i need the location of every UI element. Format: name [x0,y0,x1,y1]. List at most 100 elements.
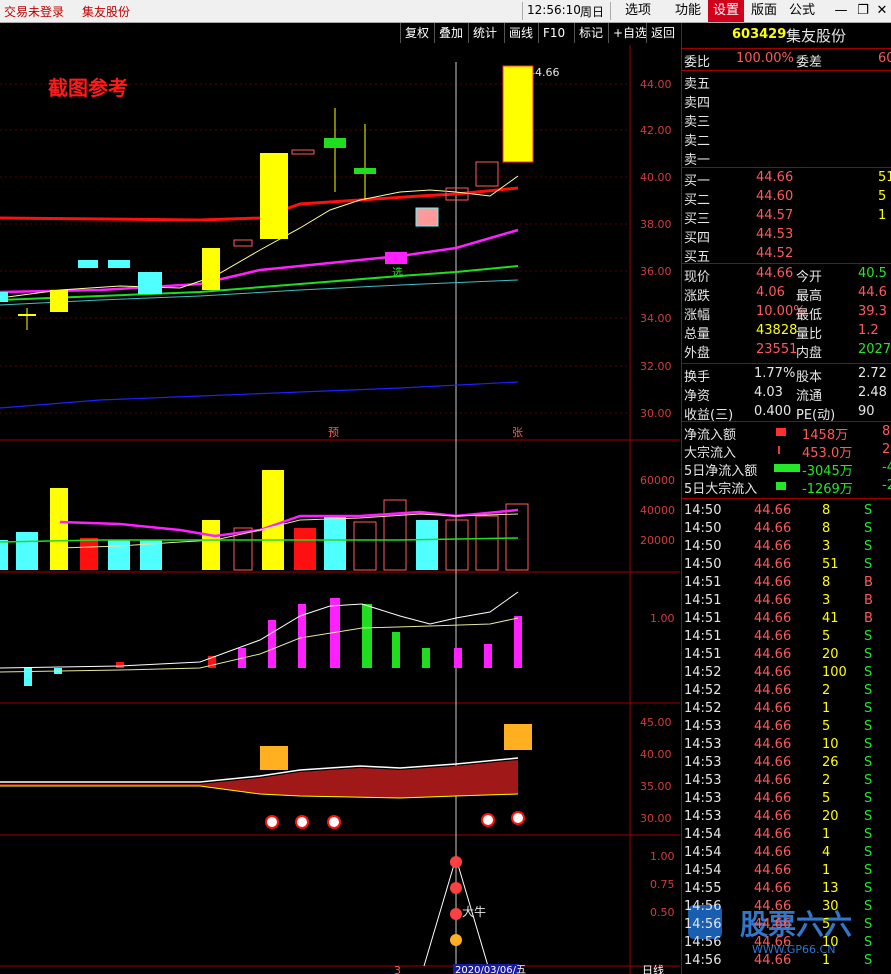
add-watchlist-button[interactable]: +自选 [608,23,651,43]
tick-row: 14:50 44.66 51 S [684,557,873,572]
tick-row: 14:50 44.66 3 S [684,539,873,554]
marker-daniu: 大牛 [462,904,486,919]
ind2-tick: 40.00 [640,748,672,761]
kline-chart[interactable]: 44.00 42.00 40.00 38.00 36.00 34.00 32.0… [0,45,680,974]
tick-row: 14:55 44.66 13 S [684,881,873,896]
tick-row: 14:53 44.66 2 S [684,773,873,788]
stat-row: 现价 44.66 今开 40.5 [684,266,887,285]
stat-row: 涨跌 4.06 最高 44.6 [684,285,887,304]
ind2-tick: 35.00 [640,780,672,793]
ind2-tick: 30.00 [640,812,672,825]
tick-row: 14:53 44.66 10 S [684,737,873,752]
tick-row: 14:50 44.66 8 S [684,521,873,536]
ask-row: 卖四 [684,96,711,111]
tab-daily[interactable]: 日线 [642,963,664,974]
vol-tick: 60000 [640,474,675,487]
tick-row: 14:53 44.66 20 S [684,809,873,824]
price-tick: 30.00 [640,407,672,420]
stat2-row: 净资 4.03 流通 2.48 [684,385,887,404]
stats-button[interactable]: 统计 [468,23,501,43]
vol-tick: 20000 [640,534,675,547]
tick-row: 14:51 44.66 3 B [684,593,873,608]
f10-button[interactable]: F10 [538,23,569,43]
price-tick: 32.00 [640,360,672,373]
tick-row: 14:53 44.66 5 S [684,791,873,806]
ind1-tick: 1.00 [650,612,675,625]
stock-title: 集友股份 [82,5,131,19]
stat-row: 总量 43828 量比 1.2 [684,323,879,342]
stat2-row: 换手 1.77% 股本 2.72 [684,366,887,385]
menu-options[interactable]: 选项 [618,0,658,22]
tick-row: 14:54 44.66 4 S [684,845,873,860]
price-tick: 40.00 [640,171,672,184]
price-tick: 42.00 [640,124,672,137]
tick-row: 14:51 44.66 8 B [684,575,873,590]
tick-row: 14:56 44.66 5 S [684,917,873,932]
tick-row: 14:53 44.66 26 S [684,755,873,770]
tick-row: 14:54 44.66 1 S [684,863,873,878]
tick-row: 14:51 44.66 41 B [684,611,873,626]
bid-row: 买二 44.60 5 [684,189,887,208]
menu-layout[interactable]: 版面 [746,0,782,22]
price-tick: 34.00 [640,312,672,325]
ask-row: 卖五 [684,77,711,92]
stock-header: 603429 集友股份 [682,27,891,45]
stat2-row: 收益(三) 0.400 PE(动) 90 [684,404,875,423]
bottom-mark: 3 [394,964,401,974]
tick-row: 14:56 44.66 1 S [684,953,873,968]
flow-bar [776,428,786,436]
weibi-row: 委比 100.00% 委差 60 [684,51,891,70]
tick-row: 14:52 44.66 1 S [684,701,873,716]
stock-code: 603429 [732,27,787,42]
bid-row: 买一 44.66 51 [684,170,891,189]
ask-row: 卖三 [684,115,711,130]
ind3-tick: 0.75 [650,878,675,891]
tick-row: 14:52 44.66 100 S [684,665,873,680]
overlay-button[interactable]: 叠加 [434,23,467,43]
tick-row: 14:53 44.66 5 S [684,719,873,734]
menu-functions[interactable]: 功能 [668,0,708,22]
ind3-tick: 0.50 [650,906,675,919]
close-icon[interactable]: ✕ [874,0,890,22]
vol-tick: 40000 [640,504,675,517]
tick-row: 14:51 44.66 5 S [684,629,873,644]
menu-formula[interactable]: 公式 [784,0,820,22]
price-tick: 44.00 [640,78,672,91]
flow-row: 5日大宗流入 -1269万 -2 [684,478,891,497]
marker-yu: 预 [328,426,339,439]
menu-settings[interactable]: 设置 [708,0,744,22]
stat-row: 涨幅 10.00% 最低 39.3 [684,304,887,323]
fuquan-button[interactable]: 复权 [400,23,433,43]
back-button[interactable]: 返回 [646,23,679,43]
stat-row: 外盘 23551 内盘 2027 [684,342,891,361]
ind3-tick: 1.00 [650,850,675,863]
date-label: 2020/03/06/五 [455,965,526,974]
ind2-tick: 45.00 [640,716,672,729]
login-status[interactable]: 交易未登录 [4,3,64,20]
tick-row: 14:52 44.66 2 S [684,683,873,698]
flow-row: 大宗流入 453.0万 2 [684,442,891,461]
tick-row: 14:54 44.66 1 S [684,827,873,842]
volume-bars [0,470,529,571]
bid-row: 买三 44.57 1 [684,208,887,227]
restore-icon[interactable]: ❐ [854,0,872,22]
flow-bar [776,482,786,490]
flow-bar [774,464,800,472]
tick-row: 14:56 44.66 30 S [684,899,873,914]
watermark-text: 截图参考 [48,76,128,100]
tick-row: 14:56 44.66 10 S [684,935,873,950]
quote-panel: 603429 集友股份 委比 100.00% 委差 60 股票六六 WWW.GP… [681,23,891,974]
draw-button[interactable]: 画线 [504,23,537,43]
minimize-icon[interactable]: — [832,0,850,22]
marker-xuan: 选 [392,266,403,279]
tick-row: 14:51 44.66 20 S [684,647,873,662]
ask-row: 卖一 [684,153,711,168]
bid-row: 买四 44.53 [684,227,794,246]
weekday: 周日 [580,5,605,19]
price-tick: 36.00 [640,265,672,278]
tick-row: 14:50 44.66 8 S [684,503,873,518]
flow-bar [778,446,780,454]
mark-button[interactable]: 标记 [574,23,607,43]
bid-row: 买五 44.52 [684,246,794,265]
clock: 12:56:10 [527,3,581,17]
